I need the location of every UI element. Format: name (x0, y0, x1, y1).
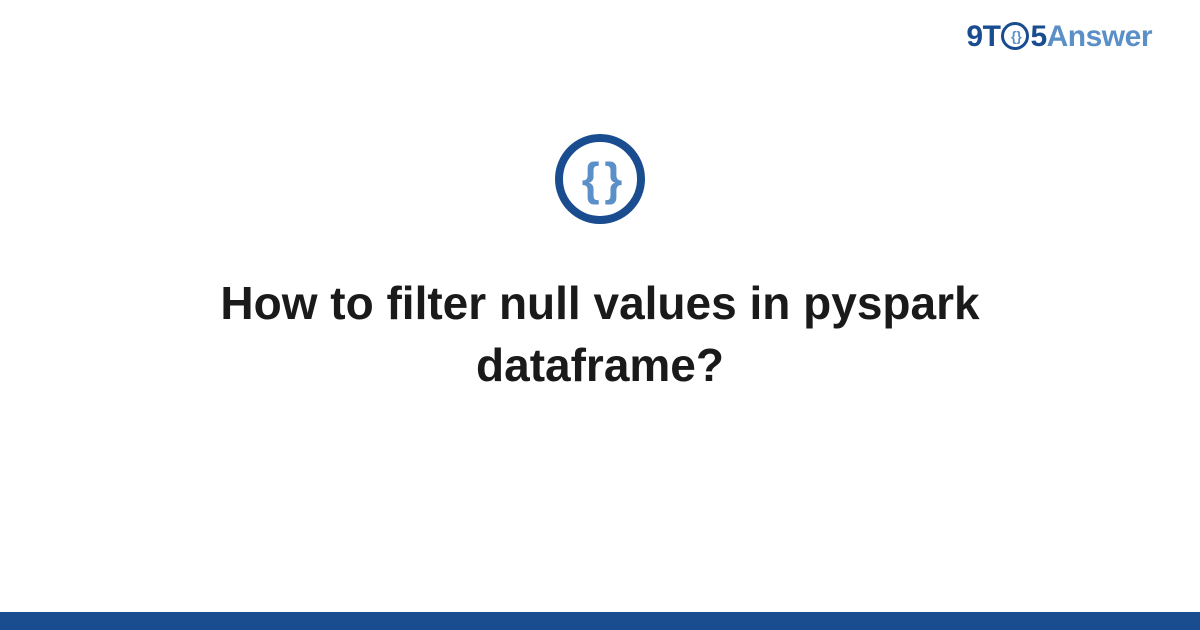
logo-braces-icon: { } (582, 156, 619, 202)
logo-circle-icon: { } (555, 134, 645, 224)
page-title: How to filter null values in pyspark dat… (100, 272, 1100, 396)
main-content: { } How to filter null values in pyspark… (0, 0, 1200, 630)
footer-bar (0, 612, 1200, 630)
